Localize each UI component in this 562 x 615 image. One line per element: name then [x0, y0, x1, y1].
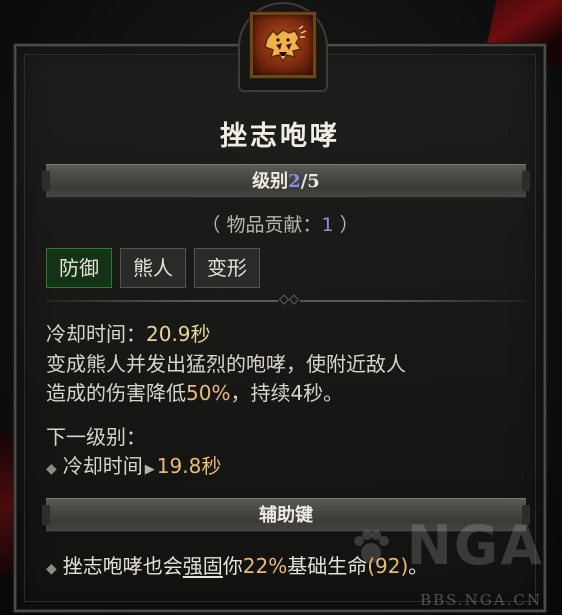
bullet-icon: ◆: [46, 461, 57, 477]
next-level-cooldown: ◆ 冷却时间 ▶ 19.8秒: [46, 452, 526, 484]
skill-icon-holder: [238, 2, 328, 92]
cooldown-label: 冷却时间：: [46, 322, 146, 346]
game-tooltip-screen: 挫志咆哮 级别2/5 （ 物品贡献：1 ） 防御 熊人 变形 ◇◇ 冷却时间：2…: [0, 0, 562, 615]
next-level-label: 下一级别：: [46, 425, 146, 449]
desc-text-a: 造成的伤害降低: [46, 381, 186, 405]
desc-text-b: ，持续4秒。: [230, 381, 344, 405]
cooldown-line: 冷却时间：20.9秒: [46, 320, 526, 349]
next-cd-label: 冷却时间: [62, 454, 143, 478]
watermark-logo: NGA: [406, 514, 544, 577]
bullet-icon: ◆: [46, 561, 57, 577]
mod-text-b: 你: [222, 554, 243, 578]
tag-werebear: 熊人: [120, 248, 186, 288]
fortify-percent: 22%: [242, 554, 288, 578]
contrib-suffix: ）: [333, 214, 359, 236]
level-max: /5: [300, 171, 320, 192]
cooldown-value: 20.9秒: [146, 322, 211, 346]
watermark-url: BBS.NGA.CN: [420, 591, 542, 609]
mod-text-a: 挫志咆哮也会: [62, 554, 183, 578]
skill-level-banner: 级别2/5: [42, 164, 530, 198]
level-label: 级别: [252, 171, 289, 192]
bear-roar-icon: [250, 12, 316, 78]
fortify-keyword[interactable]: 强固: [183, 554, 223, 578]
item-contribution: （ 物品贡献：1 ）: [14, 210, 546, 237]
contrib-prefix: （ 物品贡献：: [201, 214, 322, 236]
description-line-1: 变成熊人并发出猛烈的咆哮，使附近敌人: [46, 352, 406, 376]
description-line-2: 造成的伤害降低50%，持续4秒。: [46, 379, 526, 408]
arrow-right-icon: ▶: [144, 462, 155, 477]
contrib-value: 1: [321, 214, 334, 236]
next-cd-value: 19.8秒: [156, 454, 222, 478]
skill-tags: 防御 熊人 变形: [46, 248, 260, 288]
tag-defense: 防御: [46, 248, 112, 288]
divider-ornament-icon: ◇◇: [278, 292, 300, 307]
skill-title: 挫志咆哮: [220, 121, 340, 152]
damage-reduction-value: 50%: [186, 381, 231, 405]
level-current: 2: [288, 171, 301, 192]
paw-logo-icon: [354, 530, 389, 563]
tag-shapeshift: 变形: [194, 248, 260, 288]
